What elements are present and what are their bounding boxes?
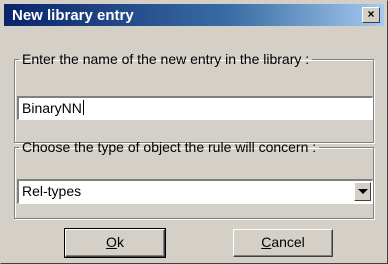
cancel-button-label: Cancel (261, 234, 305, 250)
ok-button[interactable]: Ok (64, 228, 166, 258)
object-type-value: Rel-types (22, 183, 82, 199)
window-title: New library entry (12, 7, 134, 24)
ok-accelerator: O (106, 234, 117, 250)
cancel-accelerator: C (261, 234, 272, 250)
cancel-button[interactable]: Cancel (233, 229, 333, 257)
title-bar[interactable]: New library entry × (4, 4, 384, 26)
type-group-label: Choose the type of object the rule will … (22, 139, 317, 155)
cancel-label-rest: ancel (271, 234, 305, 250)
name-group-label: Enter the name of the new entry in the l… (22, 51, 310, 67)
close-button[interactable]: × (362, 7, 380, 23)
ok-label-rest: k (116, 234, 124, 250)
close-icon: × (367, 7, 375, 21)
ok-button-label: Ok (106, 234, 124, 250)
entry-name-input[interactable]: BinaryNN (17, 96, 373, 120)
object-type-select[interactable]: Rel-types (17, 179, 373, 204)
entry-name-value: BinaryNN (22, 100, 82, 116)
text-caret (82, 100, 84, 115)
chevron-down-icon[interactable] (354, 182, 371, 201)
dialog-window: New library entry × Enter the name of th… (0, 0, 388, 264)
